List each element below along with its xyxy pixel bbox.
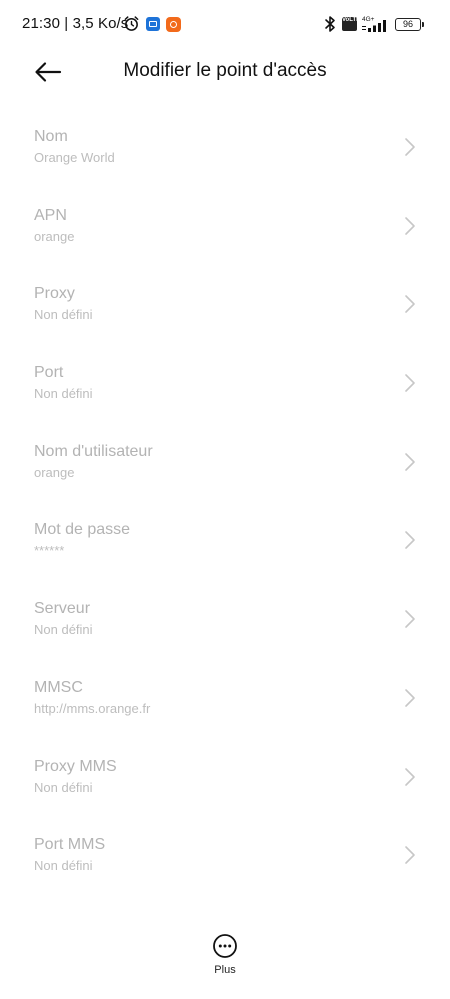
field-value: http://mms.orange.fr (34, 700, 151, 716)
chevron-right-icon (405, 610, 415, 628)
chevron-right-icon (405, 295, 415, 314)
field-value: Non défini (34, 858, 93, 874)
more-dots-icon (213, 934, 237, 958)
app-notification-icon (146, 17, 160, 31)
apn-field-mms-port[interactable]: Port MMS Non défini (0, 822, 450, 901)
bluetooth-icon (325, 16, 335, 32)
more-label: Plus (214, 964, 236, 976)
apn-field-proxy[interactable]: Proxy Non défini (0, 271, 450, 350)
chevron-right-icon (405, 689, 415, 707)
field-label: Mot de passe (34, 521, 131, 539)
status-bar: 21:30 | 3,5 Ko/s VoLTE 4G+ 96 (0, 0, 450, 48)
volte-icon: VoLTE (342, 17, 360, 31)
chevron-right-icon (405, 138, 415, 156)
field-value: Orange World (34, 150, 115, 165)
apn-settings-list: Nom Orange World APN orange Proxy Non dé… (0, 114, 450, 901)
chevron-right-icon (405, 374, 415, 392)
apn-field-apn[interactable]: APN orange (0, 193, 450, 272)
field-value: orange (34, 464, 75, 480)
chevron-right-icon (405, 452, 415, 471)
field-label: Nom d'utilisateur (34, 442, 153, 460)
field-label: Proxy (34, 285, 75, 303)
field-label: APN (34, 206, 67, 224)
status-time-speed: 21:30 | 3,5 Ko/s (22, 15, 129, 32)
field-label: MMSC (34, 678, 83, 696)
apn-field-server[interactable]: Serveur Non défini (0, 586, 450, 665)
chevron-right-icon (405, 531, 415, 550)
field-value: Non défini (34, 307, 93, 323)
field-value: orange (34, 228, 75, 244)
more-button[interactable]: Plus (195, 933, 255, 981)
alarm-icon (124, 16, 139, 31)
chevron-right-icon (405, 767, 415, 786)
apn-field-port[interactable]: Port Non défini (0, 350, 450, 429)
field-label: Nom (34, 128, 68, 145)
chevron-right-icon (405, 846, 415, 864)
signal-icon: 4G+ (362, 16, 386, 32)
field-label: Serveur (34, 600, 91, 618)
field-label: Proxy MMS (34, 757, 117, 775)
field-value: Non défini (34, 622, 93, 638)
apn-field-mms-proxy[interactable]: Proxy MMS Non défini (0, 744, 450, 823)
field-value: ****** (34, 543, 65, 559)
app-header: Modifier le point d'accès (0, 48, 450, 96)
apn-field-username[interactable]: Nom d'utilisateur orange (0, 429, 450, 508)
apn-field-mmsc[interactable]: MMSC http://mms.orange.fr (0, 665, 450, 744)
field-label: Port MMS (34, 836, 106, 854)
apn-field-name[interactable]: Nom Orange World (0, 114, 450, 193)
apn-field-password[interactable]: Mot de passe ****** (0, 507, 450, 586)
field-value: Non défini (34, 386, 93, 402)
page-title: Modifier le point d'accès (123, 60, 327, 81)
chevron-right-icon (405, 216, 415, 235)
field-label: Port (34, 364, 64, 382)
network-type-label: 4G+ (362, 16, 375, 23)
app-notification-icon (166, 17, 181, 32)
field-value: Non défini (34, 779, 93, 795)
battery-icon: 96 (395, 18, 424, 31)
